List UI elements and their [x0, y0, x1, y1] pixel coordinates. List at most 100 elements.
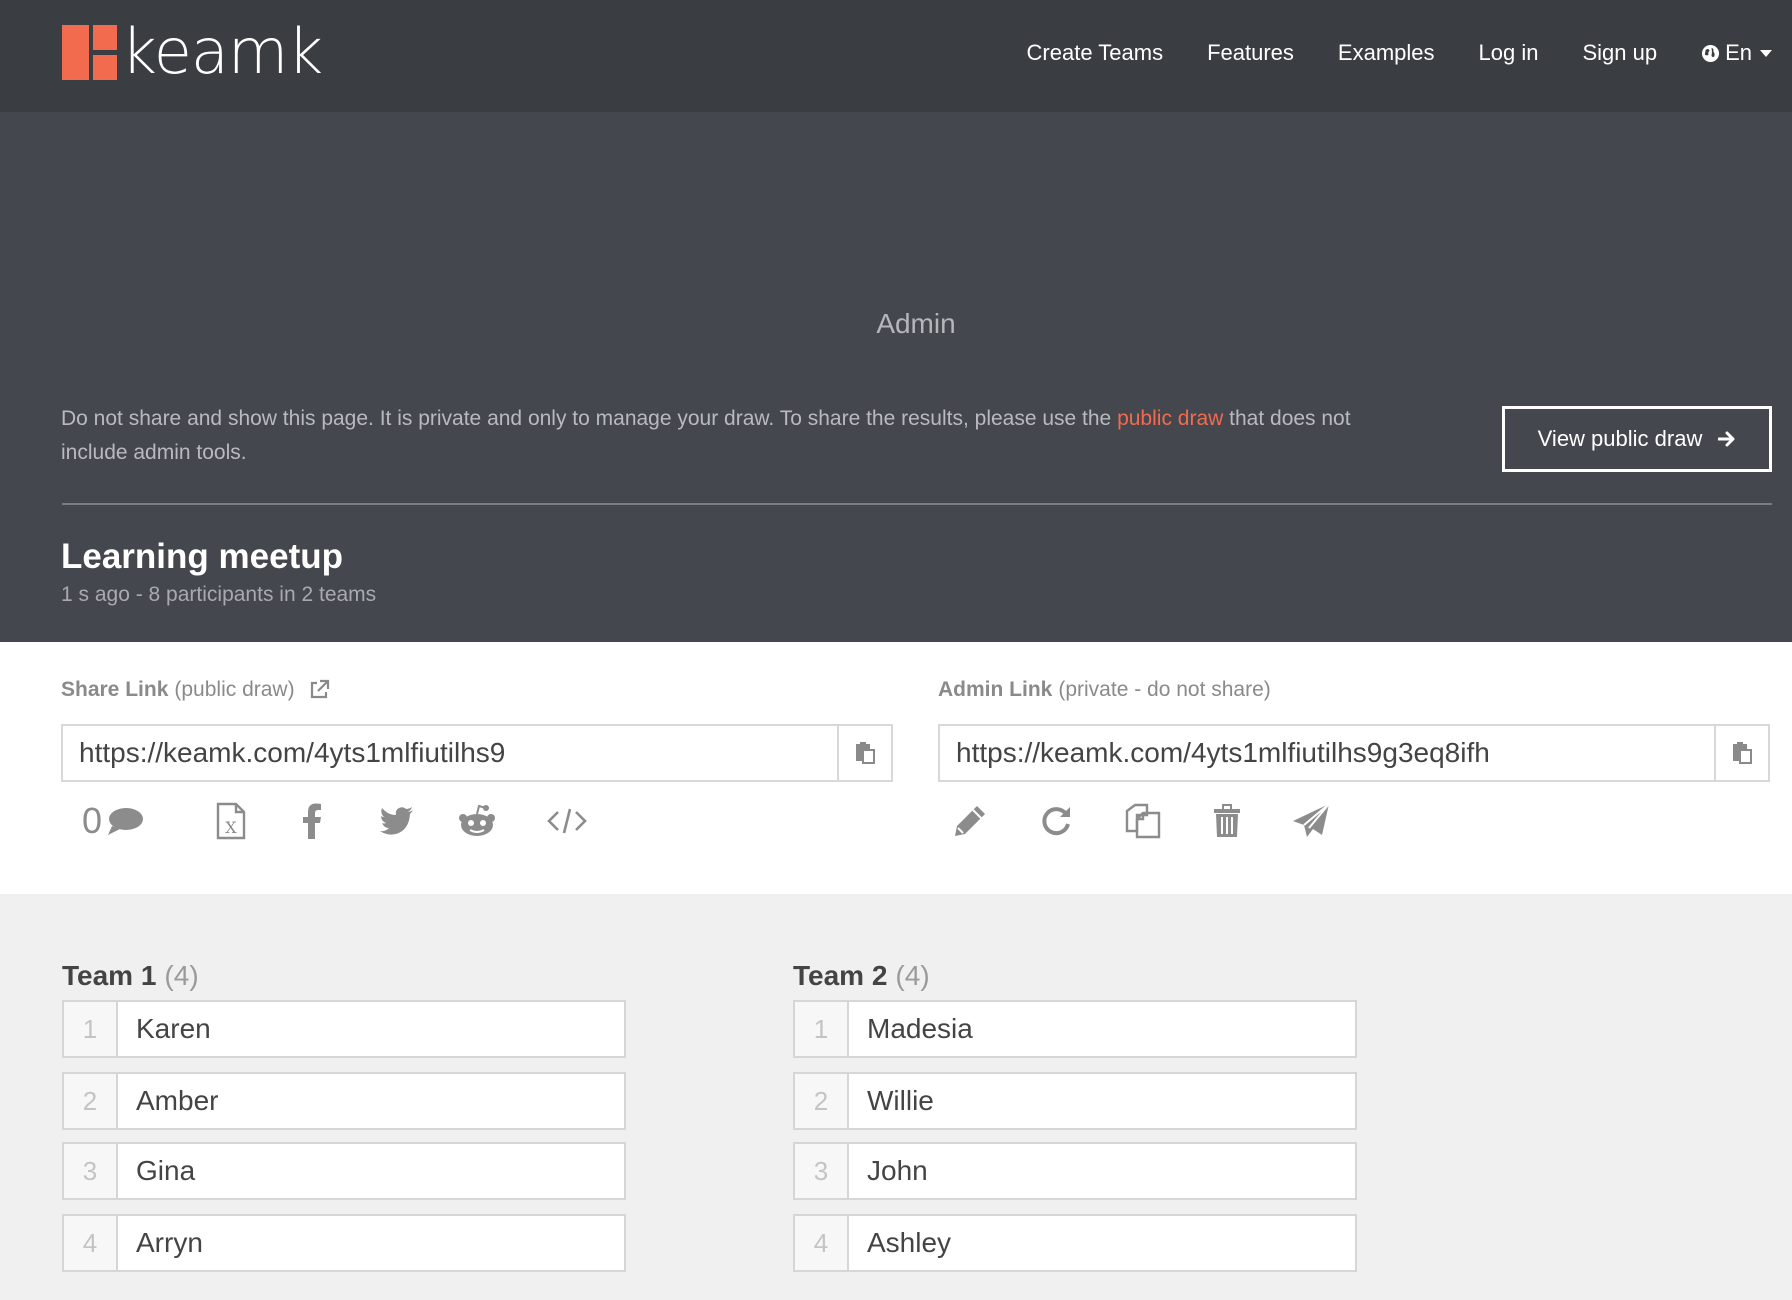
comment-count: 0 — [81, 800, 103, 841]
team-member: 2 Amber — [62, 1072, 626, 1130]
admin-actions — [938, 796, 1330, 846]
admin-link-input[interactable] — [938, 724, 1716, 782]
warning-text: Do not share and show this page. It is p… — [61, 407, 1118, 430]
team-member: 3 John — [793, 1142, 1357, 1200]
team-count: (4) — [164, 960, 199, 991]
team-name: Team 2 — [793, 960, 888, 991]
clipboard-icon — [856, 742, 875, 764]
member-name: Ashley — [867, 1227, 952, 1258]
delete-draw-button[interactable] — [1212, 796, 1242, 846]
member-number: 2 — [795, 1074, 849, 1128]
external-link-icon[interactable] — [307, 678, 331, 702]
admin-link-note: (private - do not share) — [1058, 678, 1271, 701]
member-name: John — [867, 1155, 928, 1186]
nav-features[interactable]: Features — [1207, 40, 1294, 66]
delete-trash-icon — [1214, 804, 1240, 837]
teams-section: Team 1 (4) 1 Karen 2 Amber 3 Gina 4 Arry… — [0, 894, 1792, 1300]
export-excel-button[interactable]: X — [213, 796, 249, 846]
share-link-row — [61, 724, 893, 782]
reddit-icon — [459, 804, 495, 836]
team-title: Team 1 (4) — [62, 956, 626, 996]
admin-link-label: Admin Link (private - do not share) — [938, 676, 1772, 704]
embed-code-button[interactable] — [547, 796, 587, 846]
member-number: 2 — [64, 1074, 118, 1128]
share-link-label: Share Link (public draw) — [61, 676, 895, 704]
privacy-warning: Do not share and show this page. It is p… — [61, 402, 1361, 470]
globe-icon — [1702, 44, 1720, 62]
top-navbar: keamk Create Teams Features Examples Log… — [0, 0, 1792, 112]
share-twitter-button[interactable] — [379, 796, 415, 846]
logo-text: keamk — [121, 15, 323, 88]
admin-hero: Admin Do not share and show this page. I… — [0, 112, 1792, 642]
comments-button[interactable]: 0 — [73, 796, 153, 846]
team-member: 1 Karen — [62, 1000, 626, 1058]
team-title: Team 2 (4) — [793, 956, 1357, 996]
member-name: Amber — [136, 1085, 219, 1116]
send-draw-button[interactable] — [1292, 796, 1330, 846]
member-name: Karen — [136, 1013, 211, 1044]
svg-text:X: X — [225, 818, 237, 837]
view-public-draw-button[interactable]: View public draw — [1502, 406, 1772, 472]
logo-mark-icon — [62, 24, 117, 80]
nav-examples[interactable]: Examples — [1338, 40, 1435, 66]
member-number: 3 — [795, 1144, 849, 1198]
share-link-note: (public draw) — [174, 678, 295, 701]
main-nav: Create Teams Features Examples Log in Si… — [983, 0, 1772, 106]
public-draw-link[interactable]: public draw — [1117, 407, 1223, 430]
excel-icon: X — [216, 802, 246, 840]
team-member: 1 Madesia — [793, 1000, 1357, 1058]
page-title: Admin — [876, 308, 956, 339]
member-name: Madesia — [867, 1013, 973, 1044]
team-card: Team 2 (4) 1 Madesia 2 Willie 3 John 4 A… — [793, 956, 1357, 1272]
share-facebook-button[interactable] — [297, 796, 327, 846]
view-public-draw-label: View public draw — [1537, 426, 1703, 451]
team-name: Team 1 — [62, 960, 157, 991]
embed-code-icon — [547, 808, 587, 834]
admin-link-row — [938, 724, 1770, 782]
duplicate-draw-button[interactable] — [1124, 796, 1162, 846]
divider — [62, 503, 1772, 505]
share-link-section: Share Link (public draw) 0 — [61, 676, 895, 841]
member-number: 1 — [64, 1002, 118, 1056]
member-number: 4 — [64, 1216, 118, 1270]
copy-share-link-button[interactable] — [839, 724, 893, 782]
language-label: En — [1725, 40, 1752, 65]
links-panel: Share Link (public draw) 0 — [0, 642, 1792, 894]
edit-draw-button[interactable] — [952, 796, 988, 846]
team-member: 4 Ashley — [793, 1214, 1357, 1272]
arrow-right-icon — [1718, 431, 1735, 447]
member-name: Willie — [867, 1085, 934, 1116]
team-member: 3 Gina — [62, 1142, 626, 1200]
team-member: 4 Arryn — [62, 1214, 626, 1272]
draw-meta: 1 s ago - 8 participants in 2 teams — [61, 583, 377, 606]
comment-icon — [108, 808, 144, 835]
member-name: Arryn — [136, 1227, 203, 1258]
draw-title: Learning meetup — [61, 537, 343, 576]
team-count: (4) — [895, 960, 930, 991]
duplicate-icon — [1125, 803, 1161, 839]
language-selector[interactable]: En — [1701, 40, 1772, 66]
twitter-icon — [380, 807, 413, 835]
member-name: Gina — [136, 1155, 196, 1186]
share-actions: 0 X — [61, 796, 587, 846]
clipboard-icon — [1733, 742, 1752, 764]
redraw-icon — [1042, 807, 1070, 836]
share-link-input[interactable] — [61, 724, 839, 782]
share-reddit-button[interactable] — [457, 796, 497, 846]
facebook-icon — [303, 803, 321, 839]
admin-link-title: Admin Link — [938, 678, 1053, 701]
chevron-down-icon — [1760, 49, 1772, 57]
send-icon — [1293, 803, 1330, 837]
member-number: 4 — [795, 1216, 849, 1270]
redraw-button[interactable] — [1038, 796, 1074, 846]
copy-admin-link-button[interactable] — [1716, 724, 1770, 782]
keamk-logo[interactable]: keamk — [62, 15, 323, 88]
nav-log-in[interactable]: Log in — [1479, 40, 1539, 66]
nav-create-teams[interactable]: Create Teams — [1027, 40, 1164, 66]
member-number: 3 — [64, 1144, 118, 1198]
edit-pencil-icon — [955, 806, 985, 836]
share-link-title: Share Link — [61, 678, 169, 701]
admin-link-section: Admin Link (private - do not share) — [938, 676, 1772, 839]
team-member: 2 Willie — [793, 1072, 1357, 1130]
nav-sign-up[interactable]: Sign up — [1582, 40, 1657, 66]
